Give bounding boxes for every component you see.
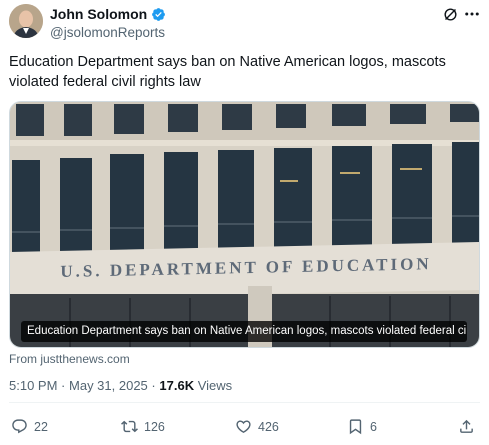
repost-icon [121, 420, 138, 433]
meta-separator: · [151, 378, 156, 393]
media-card[interactable]: U.S. DEPARTMENT OF EDUCATION Education D… [9, 101, 480, 348]
media-caption: Education Department says ban on Native … [21, 321, 467, 342]
reply-button[interactable]: 22 [11, 418, 48, 435]
tweet-text: Education Department says ban on Native … [9, 54, 446, 90]
share-icon [460, 419, 473, 433]
like-count: 426 [258, 419, 279, 434]
bookmark-count: 6 [370, 419, 377, 434]
link-source[interactable]: From justthenews.com [9, 352, 130, 366]
divider [9, 402, 480, 403]
repost-button[interactable]: 126 [121, 418, 165, 435]
like-button[interactable]: 426 [235, 418, 279, 435]
author-name-text[interactable]: John Solomon [50, 6, 147, 22]
share-button[interactable] [458, 418, 475, 435]
reply-count: 22 [34, 419, 48, 434]
more-icon[interactable] [463, 7, 481, 21]
tweet-time[interactable]: 5:10 PM [9, 378, 57, 393]
action-bar: 22 126 426 6 [0, 415, 489, 441]
author-name[interactable]: John Solomon [50, 6, 166, 22]
reply-icon [12, 419, 27, 434]
tweet-meta: 5:10 PM · May 31, 2025 · 17.6K Views [9, 378, 232, 393]
grok-icon[interactable] [442, 6, 459, 23]
tweet-date[interactable]: May 31, 2025 [69, 378, 148, 393]
views-count: 17.6K [159, 378, 195, 393]
like-icon [236, 420, 251, 433]
repost-count: 126 [144, 419, 165, 434]
building-photo: U.S. DEPARTMENT OF EDUCATION [10, 102, 479, 347]
bookmark-icon [349, 419, 362, 435]
avatar[interactable] [9, 4, 43, 38]
meta-separator: · [61, 378, 66, 393]
author-handle[interactable]: @jsolomonReports [50, 25, 165, 40]
views-label: Views [197, 378, 233, 393]
verified-badge-icon [152, 7, 166, 21]
bookmark-button[interactable]: 6 [347, 418, 377, 435]
